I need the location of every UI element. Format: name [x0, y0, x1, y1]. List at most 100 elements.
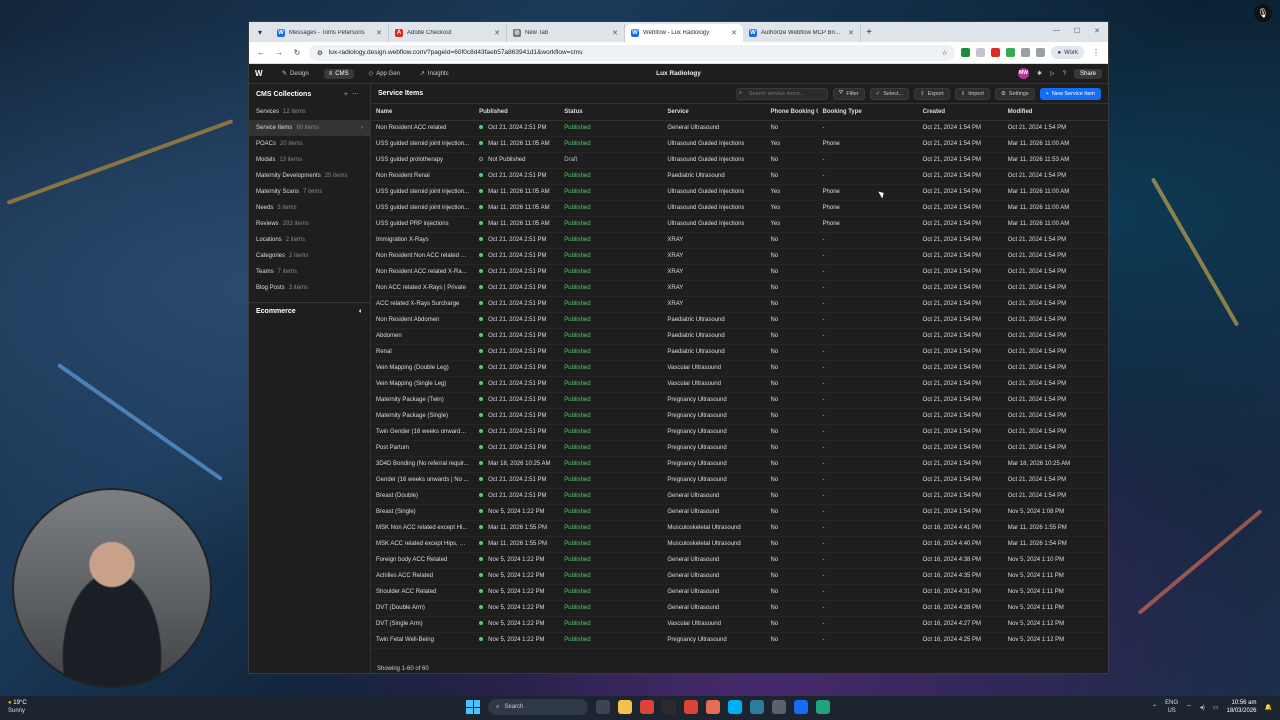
table-row[interactable]: MSK Non ACC related except Hi... Mar 11, …	[371, 520, 1108, 537]
table-row[interactable]: Foreign body ACC Related Nov 5, 2024 1:22…	[371, 552, 1108, 569]
tab-search-icon[interactable]: ▾	[254, 27, 266, 39]
close-icon[interactable]: ✕	[1094, 27, 1100, 35]
profile-button[interactable]: ● Work	[1051, 46, 1084, 59]
sidebar-icon[interactable]	[1036, 48, 1046, 57]
table-row[interactable]: Renal Oct 21, 2024 2:51 PM Published Paedia…	[371, 344, 1108, 361]
terminal-icon[interactable]	[662, 700, 676, 714]
sidebar-item-collection[interactable]: Services 12 items	[249, 104, 370, 120]
preview-play-icon[interactable]: ▷	[1050, 70, 1055, 77]
table-row[interactable]: 3D4D Bonding (No referral requir... Mar 1…	[371, 456, 1108, 473]
browser-tab[interactable]: W Authorize Webflow MCP Bridge ✕	[743, 24, 861, 42]
sidebar-item-collection[interactable]: Locations 2 items	[249, 232, 370, 248]
chrome-icon[interactable]	[684, 700, 698, 714]
browser-tab[interactable]: W Messages - Toms Petersons ✕	[271, 24, 389, 42]
table-row[interactable]: USS guided steroid joint injection... Mar…	[371, 184, 1108, 201]
sidebar-item-collection[interactable]: Maternity Scans 7 items	[249, 184, 370, 200]
sidebar-item-collection[interactable]: Reviews 203 items	[249, 216, 370, 232]
site-info-icon[interactable]: ⚙	[317, 49, 323, 57]
browser-tab[interactable]: ◎ New Tab ✕	[507, 24, 625, 42]
user-avatar[interactable]: MW	[1017, 68, 1029, 79]
webflow-logo-icon[interactable]: W	[255, 69, 267, 78]
bookmark-star-icon[interactable]: ☆	[942, 49, 948, 57]
minimize-icon[interactable]: —	[1053, 27, 1060, 35]
table-row[interactable]: DVT (Single Arm) Nov 5, 2024 1:22 PM Publi…	[371, 616, 1108, 633]
table-row[interactable]: ACC related X-Rays Surcharge Oct 21, 2024…	[371, 296, 1108, 313]
export-button[interactable]: ⇪ Export	[914, 87, 950, 100]
app-icon[interactable]	[706, 700, 720, 714]
table-row[interactable]: USS guided prolotherapy Not Published Draf…	[371, 152, 1108, 169]
sidebar-item-collection[interactable]: Teams 7 items	[249, 264, 370, 280]
clock[interactable]: 10:56 am 18/03/2026	[1226, 699, 1256, 715]
column-header[interactable]: Name	[371, 104, 475, 121]
ecommerce-toggle-icon[interactable]: ◐	[359, 308, 363, 315]
wifi-icon[interactable]: ⌔	[1186, 703, 1192, 711]
column-header[interactable]: Phone Booking Only	[765, 104, 818, 121]
extension-icon[interactable]	[976, 48, 986, 57]
back-icon[interactable]: ←	[255, 48, 267, 57]
sidebar-item-collection[interactable]: Maternity Developments 25 items	[249, 168, 370, 184]
column-header[interactable]: Status	[559, 104, 663, 121]
add-collection-icon[interactable]: +	[344, 91, 352, 98]
notification-bell-icon[interactable]: 🔔	[1265, 704, 1272, 711]
column-header[interactable]: Booking Type	[817, 104, 918, 121]
table-row[interactable]: USS guided steroid joint injection... Mar…	[371, 200, 1108, 217]
close-tab-icon[interactable]: ✕	[848, 29, 854, 37]
sidebar-item-collection[interactable]: Service Items 60 items ›	[249, 120, 370, 136]
taskbar-search[interactable]: ⌕ Search	[488, 699, 588, 715]
column-header[interactable]: Service	[662, 104, 766, 121]
sidebar-item-collection[interactable]: Blog Posts 3 items	[249, 280, 370, 296]
browser-tab[interactable]: W Webflow - Lux Radiology ✕	[625, 24, 743, 42]
extension-icon[interactable]	[1006, 48, 1016, 57]
table-row[interactable]: Non Resident Abdomen Oct 21, 2024 2:51 PM…	[371, 312, 1108, 329]
table-row[interactable]: Abdomen Oct 21, 2024 2:51 PM Published Paed…	[371, 328, 1108, 345]
share-button[interactable]: Share	[1073, 68, 1102, 79]
skype-icon[interactable]	[728, 700, 742, 714]
more-options-icon[interactable]: ⋯	[352, 91, 363, 98]
table-row[interactable]: Non ACC related X-Rays | Private Oct 21, …	[371, 280, 1108, 297]
app-icon[interactable]	[794, 700, 808, 714]
sidebar-item-collection[interactable]: POACs 20 items	[249, 136, 370, 152]
windows-start-icon[interactable]	[466, 700, 480, 714]
chevron-up-icon[interactable]: ⌃	[1152, 704, 1157, 711]
close-tab-icon[interactable]: ✕	[612, 29, 618, 37]
extension-icon[interactable]	[961, 48, 971, 57]
chevron-right-icon[interactable]: ›	[361, 125, 363, 131]
ecommerce-section[interactable]: Ecommerce ◐	[249, 302, 370, 320]
mode-cms[interactable]: ≡ CMS	[323, 68, 354, 79]
table-row[interactable]: Non Resident ACC related X-Ray... Oct 21,…	[371, 264, 1108, 281]
new-tab-button[interactable]: +	[861, 24, 877, 42]
forward-icon[interactable]: →	[273, 48, 285, 57]
table-row[interactable]: Breast (Single) Nov 5, 2024 1:22 PM Publis…	[371, 504, 1108, 521]
table-row[interactable]: USS guided steroid joint injection... Mar…	[371, 136, 1108, 153]
app-icon[interactable]	[750, 700, 764, 714]
table-row[interactable]: USS guided PRP injections Mar 11, 2026 11…	[371, 216, 1108, 233]
table-row[interactable]: Immigration X-Rays Oct 21, 2024 2:51 PM Pu…	[371, 232, 1108, 249]
table-row[interactable]: Maternity Package (Single) Oct 21, 2024 2…	[371, 408, 1108, 425]
table-row[interactable]: Vein Mapping (Double Leg) Oct 21, 2024 2:…	[371, 360, 1108, 377]
microphone-icon[interactable]: 🎙	[1254, 4, 1272, 22]
reload-icon[interactable]: ↻	[291, 48, 303, 57]
table-row[interactable]: Achilles ACC Related Nov 5, 2024 1:22 PM P…	[371, 568, 1108, 585]
chrome-icon[interactable]	[640, 700, 654, 714]
mode-design[interactable]: ✎ Design	[277, 68, 314, 79]
sidebar-item-collection[interactable]: Categories 2 items	[249, 248, 370, 264]
weather-widget[interactable]: ● 19°C Sunny	[8, 699, 27, 715]
puzzle-icon[interactable]	[1021, 48, 1031, 57]
sidebar-item-collection[interactable]: Needs 3 items	[249, 200, 370, 216]
table-row[interactable]: DVT (Double Arm) Nov 5, 2024 1:22 PM Publi…	[371, 600, 1108, 617]
calculator-icon[interactable]	[772, 700, 786, 714]
column-header[interactable]: Modified	[1002, 104, 1108, 121]
column-header[interactable]: Created	[917, 104, 1003, 121]
file-explorer-icon[interactable]	[618, 700, 632, 714]
table-row[interactable]: Maternity Package (Twin) Oct 21, 2024 2:5…	[371, 392, 1108, 409]
settings-gear-icon[interactable]: ✱	[1037, 70, 1042, 77]
new-service-item-button[interactable]: + New Service Item	[1039, 87, 1101, 100]
import-button[interactable]: ⇩ Import	[954, 87, 990, 100]
select-button[interactable]: ✓ Select...	[869, 87, 910, 100]
task-view-icon[interactable]	[596, 700, 610, 714]
mode-app-gen[interactable]: ◇ App Gen	[364, 68, 405, 79]
url-field[interactable]: ⚙ lux-radiology.design.webflow.com/?page…	[309, 44, 956, 61]
table-row[interactable]: Twin Gender (16 weeks onwards ... Oct 21,…	[371, 424, 1108, 441]
battery-icon[interactable]: ▭	[1213, 704, 1219, 711]
close-tab-icon[interactable]: ✕	[376, 29, 382, 37]
